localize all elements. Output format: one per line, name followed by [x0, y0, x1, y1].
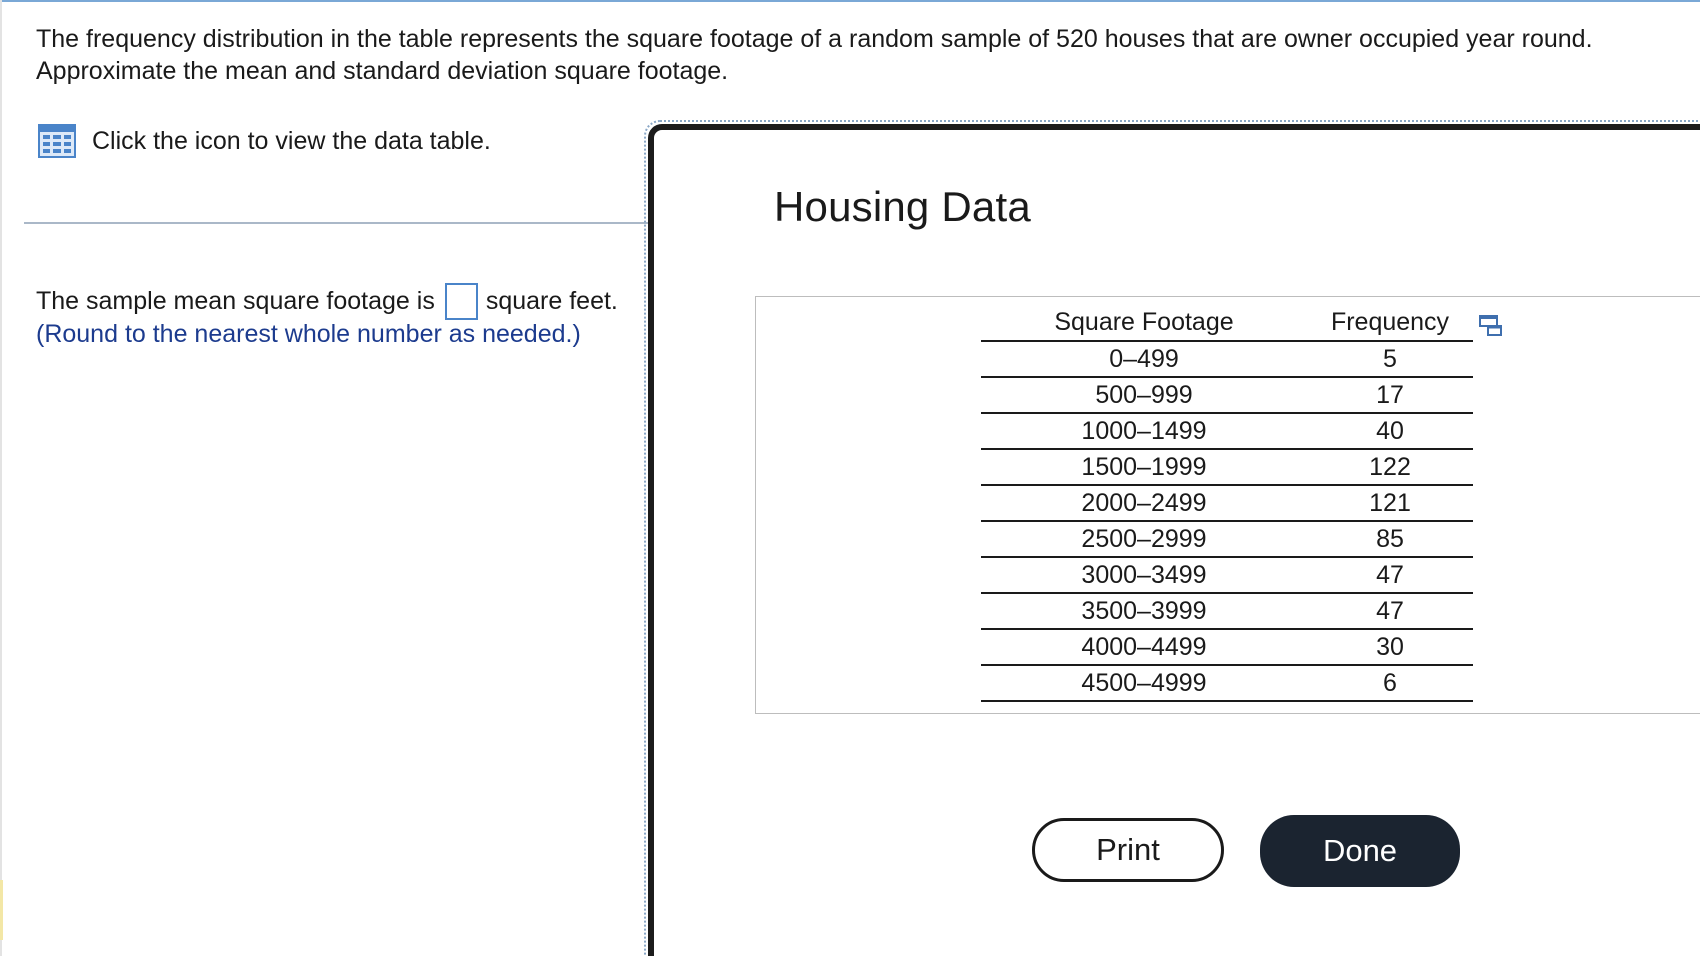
square-footage-cell: 500–999	[981, 377, 1307, 414]
square-footage-cell: 3000–3499	[981, 557, 1307, 594]
table-row: 4500–4999 6	[981, 665, 1473, 702]
square-footage-cell: 1000–1499	[981, 413, 1307, 450]
square-footage-cell: 4000–4499	[981, 629, 1307, 666]
frequency-cell: 85	[1307, 521, 1473, 558]
left-accent	[0, 880, 3, 940]
frequency-cell: 17	[1307, 377, 1473, 414]
view-data-table-label[interactable]: Click the icon to view the data table.	[92, 127, 491, 156]
frequency-cell: 5	[1307, 341, 1473, 378]
table-row: 1000–1499 40	[981, 413, 1473, 450]
answer-line: The sample mean square footage is square…	[36, 281, 618, 321]
question-line-2: Approximate the mean and standard deviat…	[36, 57, 729, 85]
frequency-cell: 121	[1307, 485, 1473, 522]
table-row: 2500–2999 85	[981, 521, 1473, 558]
left-rule	[0, 0, 2, 956]
frequency-cell: 47	[1307, 593, 1473, 630]
square-footage-cell: 3500–3999	[981, 593, 1307, 630]
rounding-note: (Round to the nearest whole number as ne…	[36, 320, 581, 348]
table-row: 3500–3999 47	[981, 593, 1473, 630]
grid-table-icon[interactable]	[38, 124, 76, 158]
table-row: 4000–4499 30	[981, 629, 1473, 666]
column-header-square-footage: Square Footage	[981, 304, 1307, 342]
table-row: 500–999 17	[981, 377, 1473, 414]
answer-prefix: The sample mean square footage is	[36, 287, 435, 315]
section-divider	[24, 222, 650, 224]
copy-to-clipboard-icon[interactable]	[1478, 314, 1504, 338]
answer-suffix: square feet.	[485, 287, 618, 315]
frequency-cell: 47	[1307, 557, 1473, 594]
square-footage-cell: 4500–4999	[981, 665, 1307, 702]
top-rule	[0, 0, 1700, 2]
dialog-title: Housing Data	[774, 183, 1031, 230]
table-row: 1500–1999 122	[981, 449, 1473, 486]
table-header-row: Square Footage Frequency	[981, 304, 1473, 342]
square-footage-cell: 2500–2999	[981, 521, 1307, 558]
question-text: The frequency distribution in the table …	[36, 23, 1676, 87]
frequency-cell: 40	[1307, 413, 1473, 450]
question-line-1: The frequency distribution in the table …	[36, 25, 1593, 53]
square-footage-cell: 2000–2499	[981, 485, 1307, 522]
page: The frequency distribution in the table …	[0, 0, 1700, 956]
view-data-table-link[interactable]: Click the icon to view the data table.	[38, 124, 491, 158]
mean-answer-input[interactable]	[444, 282, 478, 320]
table-row: 2000–2499 121	[981, 485, 1473, 522]
frequency-cell: 30	[1307, 629, 1473, 666]
print-button[interactable]: Print	[1032, 818, 1224, 882]
square-footage-cell: 0–499	[981, 341, 1307, 378]
frequency-cell: 122	[1307, 449, 1473, 486]
table-row: 0–499 5	[981, 341, 1473, 378]
frequency-cell: 6	[1307, 665, 1473, 702]
done-button[interactable]: Done	[1260, 815, 1460, 887]
column-header-frequency: Frequency	[1307, 304, 1473, 342]
table-row: 3000–3499 47	[981, 557, 1473, 594]
square-footage-cell: 1500–1999	[981, 449, 1307, 486]
frequency-table: Square Footage Frequency 0–499 5 500–999…	[981, 304, 1473, 702]
